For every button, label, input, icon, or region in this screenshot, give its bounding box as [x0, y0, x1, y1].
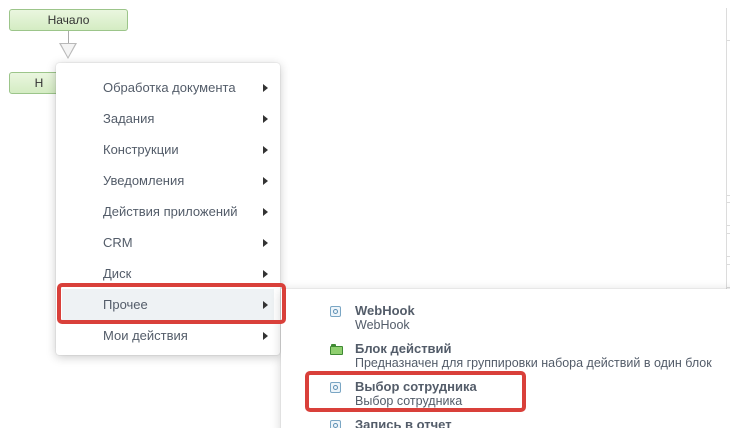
menu-item-constructions[interactable]: Конструкции [56, 134, 280, 165]
menu-item-tasks[interactable]: Задания [56, 103, 280, 134]
menu-item-label: Прочее [103, 297, 148, 312]
submenu-item-webhook[interactable]: WebHook WebHook [330, 303, 730, 335]
menu-item-document-processing[interactable]: Обработка документа [56, 72, 280, 103]
activity-icon [330, 306, 341, 317]
submenu-item-title: Блок действий [355, 341, 452, 356]
chevron-right-icon [263, 84, 268, 92]
connector-line [68, 31, 69, 43]
submenu-item-description: WebHook [355, 318, 410, 332]
menu-item-crm[interactable]: CRM [56, 227, 280, 258]
right-panel-box [726, 40, 730, 196]
activity-icon [330, 382, 341, 393]
start-block[interactable]: Начало [9, 9, 128, 31]
other-actions-submenu: WebHook WebHook Блок действий Предназнач… [281, 289, 730, 428]
chevron-right-icon [263, 115, 268, 123]
menu-item-label: Мои действия [103, 328, 188, 343]
submenu-item-report-record[interactable]: Запись в отчет [330, 417, 730, 428]
submenu-item-title: WebHook [355, 303, 415, 318]
menu-item-label: Задания [103, 111, 155, 126]
add-activity-menu: Обработка документа Задания Конструкции … [56, 63, 280, 355]
chevron-right-icon [263, 146, 268, 154]
menu-item-my-actions[interactable]: Мои действия [56, 320, 280, 351]
chevron-right-icon [263, 177, 268, 185]
right-panel-box [726, 233, 730, 257]
menu-item-app-actions[interactable]: Действия приложений [56, 196, 280, 227]
menu-item-label: Обработка документа [103, 80, 236, 95]
chevron-right-icon [263, 332, 268, 340]
chevron-right-icon [263, 301, 268, 309]
submenu-item-action-block[interactable]: Блок действий Предназначен для группиров… [330, 341, 730, 373]
menu-item-label: Уведомления [103, 173, 185, 188]
right-panel-box [726, 264, 730, 288]
menu-item-label: Действия приложений [103, 204, 238, 219]
activity-icon [330, 420, 341, 428]
folder-icon [330, 344, 343, 355]
menu-item-label: CRM [103, 235, 133, 250]
start-block-label: Начало [47, 13, 90, 27]
submenu-item-title: Запись в отчет [355, 417, 452, 428]
chevron-right-icon [263, 270, 268, 278]
menu-item-disk[interactable]: Диск [56, 258, 280, 289]
submenu-item-select-employee[interactable]: Выбор сотрудника Выбор сотрудника [330, 379, 730, 411]
connector-arrow-icon [59, 43, 77, 59]
chevron-right-icon [263, 208, 268, 216]
menu-item-label: Конструкции [103, 142, 179, 157]
submenu-item-description: Предназначен для группировки набора дейс… [355, 356, 712, 370]
menu-item-notifications[interactable]: Уведомления [56, 165, 280, 196]
menu-item-other[interactable]: Прочее [62, 289, 274, 320]
menu-item-label: Диск [103, 266, 132, 281]
workflow-designer: Начало Н Обработка документа Задания Кон… [0, 0, 730, 428]
chevron-right-icon [263, 239, 268, 247]
submenu-item-title: Выбор сотрудника [355, 379, 477, 394]
submenu-item-description: Выбор сотрудника [355, 394, 463, 408]
activity-block-label: Н [34, 76, 44, 90]
right-panel-box [726, 202, 730, 226]
